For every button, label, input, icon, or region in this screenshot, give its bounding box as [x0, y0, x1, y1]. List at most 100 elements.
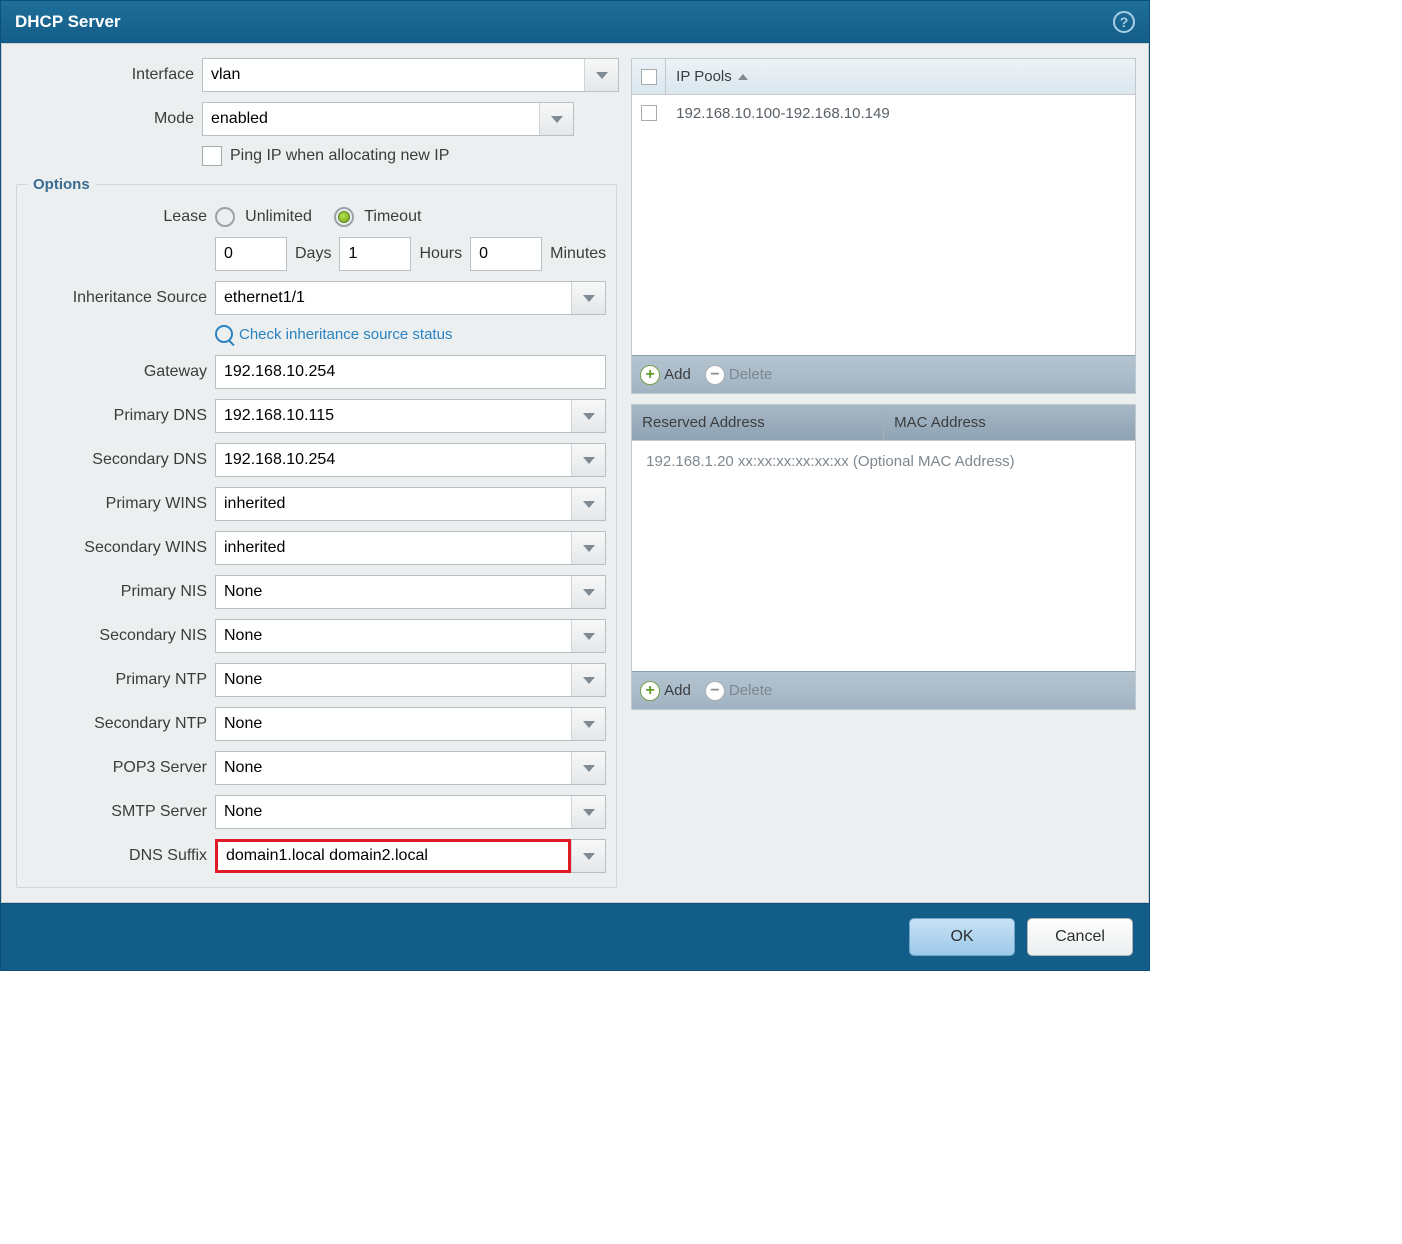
interface-label: Interface	[14, 66, 202, 84]
interface-input[interactable]	[203, 59, 584, 91]
chevron-down-icon[interactable]	[571, 488, 605, 520]
smtp-input[interactable]	[216, 796, 571, 828]
minus-icon	[705, 681, 725, 701]
ping-ip-checkbox[interactable]	[202, 146, 222, 166]
primary-dns-select[interactable]	[215, 399, 606, 433]
cancel-button[interactable]: Cancel	[1027, 918, 1133, 956]
chevron-down-icon[interactable]	[571, 796, 605, 828]
check-inheritance-link[interactable]: Check inheritance source status	[239, 326, 452, 343]
reserved-address-col[interactable]: Reserved Address	[632, 405, 884, 440]
table-row[interactable]: 192.168.10.100-192.168.10.149	[632, 95, 1135, 131]
smtp-select[interactable]	[215, 795, 606, 829]
secondary-dns-select[interactable]	[215, 443, 606, 477]
secondary-ntp-input[interactable]	[216, 708, 571, 740]
lease-timeout-radio[interactable]	[334, 207, 354, 227]
reserved-add-button[interactable]: Add	[640, 681, 691, 701]
chevron-down-icon[interactable]	[571, 664, 605, 696]
reserved-delete-button[interactable]: Delete	[705, 681, 772, 701]
mode-label: Mode	[14, 110, 202, 128]
lease-hours-input[interactable]	[339, 237, 411, 271]
inheritance-input[interactable]	[216, 282, 571, 314]
magnifier-icon	[215, 325, 233, 343]
inheritance-select[interactable]	[215, 281, 606, 315]
lease-days-input[interactable]	[215, 237, 287, 271]
reserved-header: Reserved Address MAC Address	[632, 405, 1135, 441]
pop3-label: POP3 Server	[27, 759, 215, 777]
secondary-wins-input[interactable]	[216, 532, 571, 564]
dns-suffix-input[interactable]	[218, 842, 568, 870]
options-group: Options Lease Unlimited Timeout	[16, 176, 617, 888]
chevron-down-icon[interactable]	[571, 840, 605, 872]
chevron-down-icon[interactable]	[571, 400, 605, 432]
help-icon[interactable]: ?	[1113, 11, 1135, 33]
mac-address-col[interactable]: MAC Address	[884, 405, 1135, 440]
secondary-dns-label: Secondary DNS	[27, 451, 215, 469]
primary-dns-label: Primary DNS	[27, 407, 215, 425]
gateway-label: Gateway	[27, 363, 215, 381]
primary-wins-label: Primary WINS	[27, 495, 215, 513]
secondary-dns-input[interactable]	[216, 444, 571, 476]
secondary-nis-select[interactable]	[215, 619, 606, 653]
plus-icon	[640, 681, 660, 701]
primary-ntp-select[interactable]	[215, 663, 606, 697]
ip-pools-select-all-checkbox[interactable]	[641, 69, 657, 85]
ping-ip-label: Ping IP when allocating new IP	[230, 147, 449, 165]
chevron-down-icon[interactable]	[571, 532, 605, 564]
primary-wins-select[interactable]	[215, 487, 606, 521]
ok-button[interactable]: OK	[909, 918, 1015, 956]
chevron-down-icon[interactable]	[571, 620, 605, 652]
right-column: IP Pools 192.168.10.100-192.168.10.149	[631, 58, 1136, 888]
pop3-select[interactable]	[215, 751, 606, 785]
lease-label: Lease	[27, 208, 215, 226]
secondary-nis-input[interactable]	[216, 620, 571, 652]
primary-wins-input[interactable]	[216, 488, 571, 520]
chevron-down-icon[interactable]	[571, 282, 605, 314]
secondary-wins-label: Secondary WINS	[27, 539, 215, 557]
ip-pools-delete-button[interactable]: Delete	[705, 365, 772, 385]
ip-pool-range: 192.168.10.100-192.168.10.149	[666, 105, 900, 122]
reserved-table: Reserved Address MAC Address 192.168.1.2…	[631, 404, 1136, 710]
primary-ntp-label: Primary NTP	[27, 671, 215, 689]
chevron-down-icon[interactable]	[584, 59, 618, 91]
lease-unlimited-label: Unlimited	[245, 208, 312, 225]
pop3-input[interactable]	[216, 752, 571, 784]
dialog-content: Interface Mode	[1, 43, 1149, 903]
lease-timeout-label: Timeout	[364, 208, 421, 225]
mode-input[interactable]	[203, 103, 539, 135]
lease-minutes-input[interactable]	[470, 237, 542, 271]
button-bar: OK Cancel	[1, 903, 1149, 970]
plus-icon	[640, 365, 660, 385]
interface-select[interactable]	[202, 58, 619, 92]
hours-label: Hours	[419, 245, 462, 263]
dns-suffix-select[interactable]	[215, 839, 571, 873]
lease-unlimited-radio[interactable]	[215, 207, 235, 227]
row-checkbox[interactable]	[641, 105, 657, 121]
chevron-down-icon[interactable]	[571, 444, 605, 476]
primary-ntp-input[interactable]	[216, 664, 571, 696]
primary-dns-input[interactable]	[216, 400, 571, 432]
reserved-placeholder: 192.168.1.20 xx:xx:xx:xx:xx:xx (Optional…	[632, 441, 1135, 482]
secondary-ntp-label: Secondary NTP	[27, 715, 215, 733]
dns-suffix-arrow[interactable]	[571, 839, 606, 873]
ip-pools-header: IP Pools	[632, 59, 1135, 95]
ip-pools-col-header[interactable]: IP Pools	[666, 59, 1135, 94]
titlebar: DHCP Server ?	[1, 1, 1149, 43]
chevron-down-icon[interactable]	[571, 708, 605, 740]
secondary-nis-label: Secondary NIS	[27, 627, 215, 645]
secondary-ntp-select[interactable]	[215, 707, 606, 741]
primary-nis-select[interactable]	[215, 575, 606, 609]
dns-suffix-label: DNS Suffix	[27, 847, 215, 865]
gateway-input[interactable]	[215, 355, 606, 389]
secondary-wins-select[interactable]	[215, 531, 606, 565]
minus-icon	[705, 365, 725, 385]
minutes-label: Minutes	[550, 245, 606, 263]
chevron-down-icon[interactable]	[571, 576, 605, 608]
chevron-down-icon[interactable]	[571, 752, 605, 784]
ip-pools-add-button[interactable]: Add	[640, 365, 691, 385]
dialog-title: DHCP Server	[15, 12, 1113, 32]
mode-select[interactable]	[202, 102, 574, 136]
smtp-label: SMTP Server	[27, 803, 215, 821]
dhcp-server-dialog: DHCP Server ? Interface Mode	[0, 0, 1150, 971]
chevron-down-icon[interactable]	[539, 103, 573, 135]
primary-nis-input[interactable]	[216, 576, 571, 608]
